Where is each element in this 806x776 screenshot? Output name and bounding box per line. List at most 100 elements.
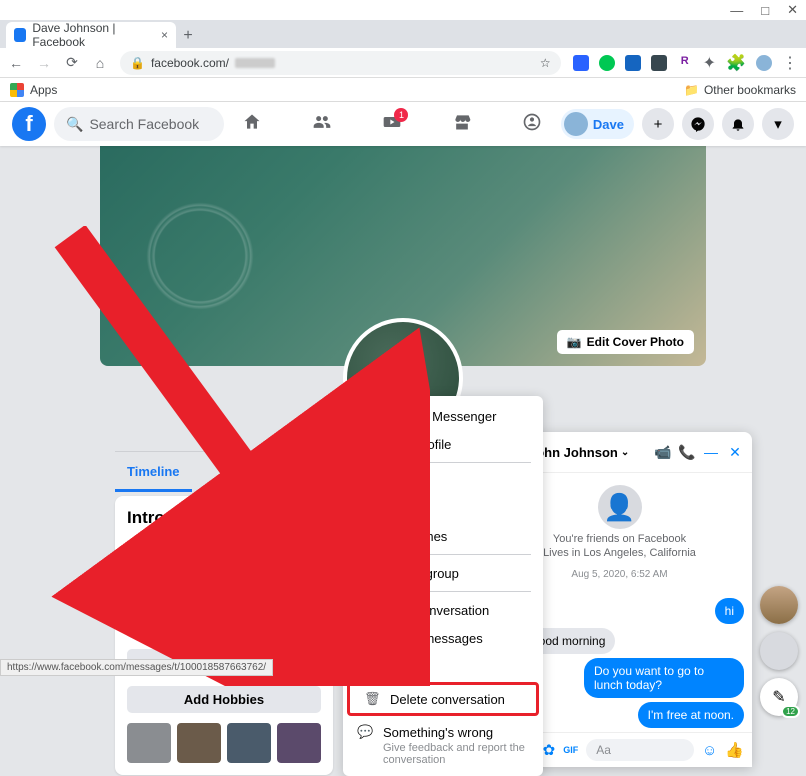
tab-title: Dave Johnson | Facebook bbox=[32, 21, 155, 49]
apps-label[interactable]: Apps bbox=[30, 83, 57, 97]
menu-color[interactable]: 🎨Color bbox=[343, 467, 543, 495]
window-controls: — □ ✕ bbox=[0, 0, 806, 20]
minimize-button[interactable]: — bbox=[730, 3, 743, 18]
messenger-button[interactable] bbox=[682, 108, 714, 140]
message-bubble[interactable]: hi bbox=[715, 598, 744, 624]
report-icon: 💬 bbox=[357, 724, 373, 740]
notifications-button[interactable] bbox=[722, 108, 754, 140]
emoji-icon[interactable]: ☺ bbox=[702, 742, 717, 759]
group-icon: 👥 bbox=[357, 565, 373, 581]
profile-name: Dave bbox=[593, 117, 624, 132]
star-icon[interactable]: ☆ bbox=[540, 56, 551, 70]
trash-icon: 🗑 bbox=[364, 691, 380, 707]
forward-button[interactable]: → bbox=[36, 55, 52, 71]
video-call-icon[interactable]: 📹 bbox=[654, 444, 672, 461]
tab-bar: Dave Johnson | Facebook × + bbox=[0, 20, 806, 48]
menu-create-group[interactable]: 👥Create group bbox=[343, 559, 543, 587]
add-hobbies-button[interactable]: Add Hobbies bbox=[127, 686, 321, 713]
message-bubble[interactable]: Do you want to go to lunch today? bbox=[584, 658, 744, 698]
extension-icon[interactable] bbox=[573, 55, 589, 71]
home-icon[interactable] bbox=[242, 112, 262, 137]
status-bar: https://www.facebook.com/messages/t/1000… bbox=[0, 659, 273, 676]
messenger-icon: ⚡ bbox=[357, 408, 373, 424]
search-input[interactable]: 🔍 Search Facebook bbox=[54, 107, 224, 141]
tab-close-icon[interactable]: × bbox=[161, 28, 168, 42]
edit-cover-button[interactable]: 📷 Edit Cover Photo bbox=[557, 330, 694, 354]
facebook-header: f 🔍 Search Facebook 1 Dave + ▾ bbox=[0, 102, 806, 146]
tag-icon: 🏷 bbox=[357, 528, 373, 544]
extension-icon[interactable]: R bbox=[677, 55, 693, 71]
tab-timeline[interactable]: Timeline bbox=[115, 454, 192, 492]
message-bubble[interactable]: I'm free at noon. bbox=[638, 702, 744, 728]
profile-avatar-icon[interactable] bbox=[756, 55, 772, 71]
chat-head[interactable] bbox=[760, 632, 798, 670]
extensions-menu-icon[interactable]: ✦ bbox=[703, 53, 716, 73]
browser-tab[interactable]: Dave Johnson | Facebook × bbox=[6, 22, 176, 48]
profile-icon: 👤 bbox=[357, 436, 373, 452]
audio-call-icon[interactable]: 📞 bbox=[678, 444, 696, 461]
count-badge: 12 bbox=[781, 705, 800, 718]
extension-icon[interactable] bbox=[625, 55, 641, 71]
profile-content: 📷 Edit Cover Photo 📷 Timeline About Frie… bbox=[0, 146, 806, 676]
message-input[interactable]: Aa bbox=[586, 739, 694, 761]
minimize-chat-icon[interactable]: — bbox=[702, 444, 720, 460]
menu-delete-conversation[interactable]: 🗑Delete conversation bbox=[350, 685, 536, 713]
education-icon: 🎓 bbox=[127, 538, 143, 554]
edit-cover-label: Edit Cover Photo bbox=[587, 335, 684, 349]
apps-icon[interactable] bbox=[10, 83, 24, 97]
featured-photo[interactable] bbox=[127, 723, 171, 763]
avatar bbox=[564, 112, 588, 136]
profile-chip[interactable]: Dave bbox=[561, 109, 634, 139]
menu-divider bbox=[355, 554, 531, 555]
home-button[interactable]: ⌂ bbox=[92, 55, 108, 71]
intro-item: 🎓Studied Administration at Central Michi… bbox=[127, 538, 321, 570]
emoji-icon: ☺ bbox=[357, 501, 373, 516]
menu-nicknames[interactable]: 🏷Nicknames bbox=[343, 522, 543, 550]
featured-photo[interactable] bbox=[177, 723, 221, 763]
camera-icon: 📷 bbox=[567, 335, 582, 349]
puzzle-icon[interactable]: 🧩 bbox=[726, 53, 746, 73]
marketplace-icon[interactable] bbox=[452, 112, 472, 137]
extension-icon[interactable] bbox=[651, 55, 667, 71]
extensions: R ✦ 🧩 ⋮ bbox=[573, 53, 798, 73]
reload-button[interactable]: ⟳ bbox=[64, 54, 80, 71]
new-message-button[interactable]: ✎12 bbox=[760, 678, 798, 716]
url-redacted bbox=[235, 58, 275, 68]
close-window-button[interactable]: ✕ bbox=[787, 2, 798, 18]
gif-icon[interactable]: GIF bbox=[563, 745, 578, 755]
color-icon: 🎨 bbox=[357, 473, 373, 489]
menu-open-messenger[interactable]: ⚡Open in Messenger bbox=[343, 402, 543, 430]
facebook-logo[interactable]: f bbox=[12, 107, 46, 141]
new-tab-button[interactable]: + bbox=[176, 24, 200, 48]
featured-photos bbox=[127, 723, 321, 763]
featured-photo[interactable] bbox=[227, 723, 271, 763]
menu-view-profile[interactable]: 👤View Profile bbox=[343, 430, 543, 458]
friends-icon[interactable] bbox=[312, 112, 332, 137]
groups-icon[interactable] bbox=[522, 112, 542, 137]
back-button[interactable]: ← bbox=[8, 55, 24, 71]
menu-ignore[interactable]: 🚫Ignore messages bbox=[343, 624, 543, 652]
account-menu-button[interactable]: ▾ bbox=[762, 108, 794, 140]
create-button[interactable]: + bbox=[642, 108, 674, 140]
chat-head[interactable] bbox=[760, 586, 798, 624]
maximize-button[interactable]: □ bbox=[761, 3, 769, 18]
folder-icon: 📁 bbox=[684, 83, 699, 97]
watch-icon[interactable]: 1 bbox=[382, 112, 402, 137]
extension-icon[interactable] bbox=[599, 55, 615, 71]
browser-chrome: — □ ✕ Dave Johnson | Facebook × + ← → ⟳ … bbox=[0, 0, 806, 102]
chat-name-button[interactable]: John Johnson⌄ bbox=[529, 445, 648, 460]
kebab-menu-icon[interactable]: ⋮ bbox=[782, 53, 798, 73]
url-field[interactable]: 🔒 facebook.com/ ☆ bbox=[120, 51, 561, 75]
menu-block[interactable]: ⊘Block bbox=[343, 652, 543, 680]
like-icon[interactable]: 👍 bbox=[725, 741, 744, 759]
menu-divider bbox=[355, 462, 531, 463]
search-placeholder: Search Facebook bbox=[89, 116, 199, 132]
menu-emoji[interactable]: ☺Emoji bbox=[343, 495, 543, 522]
education-icon: 🎓 bbox=[127, 623, 143, 639]
close-chat-icon[interactable]: ✕ bbox=[726, 444, 744, 461]
other-bookmarks[interactable]: Other bookmarks bbox=[704, 83, 796, 97]
sticker-icon[interactable]: ✿ bbox=[543, 741, 556, 759]
avatar: 👤 bbox=[598, 485, 642, 529]
featured-photo[interactable] bbox=[277, 723, 321, 763]
menu-mute[interactable]: 🔔Mute conversation bbox=[343, 596, 543, 624]
